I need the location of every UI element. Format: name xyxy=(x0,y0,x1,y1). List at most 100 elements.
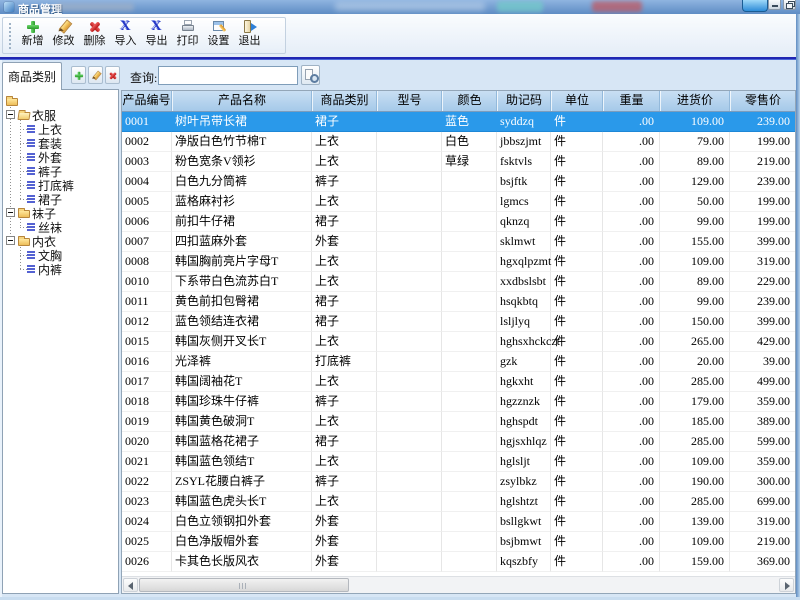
cell-mnemonic: hglshtzt xyxy=(497,492,551,512)
toolbar-button[interactable]: 打印 xyxy=(172,19,203,52)
cell-category: 裙子 xyxy=(312,292,377,312)
table-row[interactable]: 0010 下系带白色流苏白T 上衣 xxdbslsbt 件 .00 89.00 … xyxy=(122,272,795,292)
table-row[interactable]: 0011 黄色前扣包臀裙 裙子 hsqkbtq 件 .00 99.00 239.… xyxy=(122,292,795,312)
tree-item[interactable]: 内裤 xyxy=(3,262,118,276)
toolbar-button[interactable]: 导出 xyxy=(141,19,172,52)
column-header[interactable]: 型号 xyxy=(377,91,442,111)
category-action-button[interactable] xyxy=(105,66,120,84)
cell-retail-price: 399.00 xyxy=(730,232,796,252)
tree-item[interactable]: 丝袜 xyxy=(3,220,118,234)
table-row[interactable]: 0002 净版白色竹节棉T 上衣 白色 jbbszjmt 件 .00 79.00… xyxy=(122,132,795,152)
table-row[interactable]: 0001 树叶吊带长裙 裙子 蓝色 syddzq 件 .00 109.00 23… xyxy=(122,112,795,132)
cell-product-id: 0021 xyxy=(122,452,172,472)
collapse-icon[interactable] xyxy=(6,236,15,245)
cell-mnemonic: zsylbkz xyxy=(497,472,551,492)
cell-mnemonic: bsjftk xyxy=(497,172,551,192)
table-row[interactable]: 0022 ZSYL花腰白裤子 裤子 zsylbkz 件 .00 190.00 3… xyxy=(122,472,795,492)
collapse-icon[interactable] xyxy=(6,110,15,119)
cell-category: 裤子 xyxy=(312,172,377,192)
toolbar-button[interactable]: 删除 xyxy=(79,19,110,52)
cell-model xyxy=(377,292,442,312)
column-header[interactable]: 单位 xyxy=(551,91,603,111)
tree-item[interactable] xyxy=(3,94,118,108)
cell-retail-price: 359.00 xyxy=(730,452,796,472)
scroll-right-arrow[interactable] xyxy=(779,578,794,592)
toolbar-button[interactable]: 退出 xyxy=(234,19,265,52)
table-row[interactable]: 0008 韩国胸前亮片字母T 上衣 hgxqlpzmt 件 .00 109.00… xyxy=(122,252,795,272)
table-row[interactable]: 0021 韩国蓝色领结T 上衣 hglsljt 件 .00 109.00 359… xyxy=(122,452,795,472)
cell-unit: 件 xyxy=(551,292,603,312)
category-action-button[interactable] xyxy=(71,66,86,84)
toolbar-button-icon xyxy=(211,19,227,34)
column-header[interactable]: 商品类别 xyxy=(312,91,377,111)
horizontal-scrollbar[interactable] xyxy=(122,576,795,593)
table-row[interactable]: 0003 粉色宽条V领衫 上衣 草绿 fsktvls 件 .00 89.00 2… xyxy=(122,152,795,172)
toolbar-button-icon xyxy=(180,19,196,34)
table-row[interactable]: 0015 韩国灰侧开叉长T 上衣 hghsxhckczt 件 .00 265.0… xyxy=(122,332,795,352)
cell-category: 外套 xyxy=(312,552,377,572)
cell-retail-price: 219.00 xyxy=(730,152,796,172)
cell-model xyxy=(377,272,442,292)
column-header[interactable]: 重量 xyxy=(603,91,660,111)
cell-product-name: 韩国蓝色虎头长T xyxy=(172,492,312,512)
toolbar-button[interactable]: 修改 xyxy=(48,19,79,52)
scrollbar-thumb[interactable] xyxy=(139,578,349,592)
table-row[interactable]: 0004 白色九分筒裤 裤子 bsjftk 件 .00 129.00 239.0… xyxy=(122,172,795,192)
toolbar-button-label: 新增 xyxy=(22,34,44,48)
toolbar-button[interactable]: 导入 xyxy=(110,19,141,52)
scroll-left-arrow[interactable] xyxy=(123,578,138,592)
titlebar-glass-button[interactable] xyxy=(742,0,768,12)
table-row[interactable]: 0019 韩国黄色破洞T 上衣 hghspdt 件 .00 185.00 389… xyxy=(122,412,795,432)
cell-weight: .00 xyxy=(603,172,660,192)
title-bar: 商品管理 xyxy=(0,0,800,15)
cell-weight: .00 xyxy=(603,272,660,292)
table-row[interactable]: 0006 前扣牛仔裙 裙子 qknzq 件 .00 99.00 199.00 xyxy=(122,212,795,232)
cell-mnemonic: lsljlyq xyxy=(497,312,551,332)
table-row[interactable]: 0023 韩国蓝色虎头长T 上衣 hglshtzt 件 .00 285.00 6… xyxy=(122,492,795,512)
table-row[interactable]: 0012 蓝色领结连衣裙 裙子 lsljlyq 件 .00 150.00 399… xyxy=(122,312,795,332)
cell-product-id: 0023 xyxy=(122,492,172,512)
cell-unit: 件 xyxy=(551,472,603,492)
toolbar-grip[interactable] xyxy=(9,23,11,49)
table-row[interactable]: 0026 卡其色长版风衣 外套 kqszbfy 件 .00 159.00 369… xyxy=(122,552,795,572)
toolbar-button-icon xyxy=(25,19,41,34)
search-button[interactable] xyxy=(301,65,320,85)
window-control-button[interactable] xyxy=(768,0,781,10)
column-header[interactable]: 零售价 xyxy=(730,91,796,111)
table-row[interactable]: 0016 光泽裤 打底裤 gzk 件 .00 20.00 39.00 xyxy=(122,352,795,372)
toolbar-button[interactable]: 新增 xyxy=(17,19,48,52)
folder-icon xyxy=(18,210,30,218)
cell-unit: 件 xyxy=(551,532,603,552)
column-header[interactable]: 产品编号 xyxy=(122,91,172,111)
folder-icon xyxy=(17,112,30,120)
window-control-button[interactable] xyxy=(783,0,796,10)
tree-item[interactable]: 裙子 xyxy=(3,192,118,206)
column-header[interactable]: 颜色 xyxy=(442,91,497,111)
cell-mnemonic: gzk xyxy=(497,352,551,372)
search-label: 查询: xyxy=(130,69,157,86)
cell-retail-price: 39.00 xyxy=(730,352,796,372)
cell-product-id: 0006 xyxy=(122,212,172,232)
cell-category: 上衣 xyxy=(312,372,377,392)
cell-retail-price: 319.00 xyxy=(730,512,796,532)
collapse-icon[interactable] xyxy=(6,208,15,217)
table-row[interactable]: 0007 四扣蓝麻外套 外套 sklmwt 件 .00 155.00 399.0… xyxy=(122,232,795,252)
table-row[interactable]: 0024 白色立领钢扣外套 外套 bsllgkwt 件 .00 139.00 3… xyxy=(122,512,795,532)
cell-cost-price: 285.00 xyxy=(660,432,730,452)
table-row[interactable]: 0025 白色净版帽外套 外套 bsjbmwt 件 .00 109.00 219… xyxy=(122,532,795,552)
column-header[interactable]: 进货价 xyxy=(660,91,730,111)
table-header: 产品编号产品名称商品类别型号颜色助记码单位重量进货价零售价 xyxy=(122,91,795,112)
table-row[interactable]: 0020 韩国蓝格花裙子 裙子 hgjsxhlqz 件 .00 285.00 5… xyxy=(122,432,795,452)
cell-weight: .00 xyxy=(603,312,660,332)
category-tab[interactable]: 商品类别 xyxy=(2,62,62,90)
search-input[interactable] xyxy=(158,66,298,85)
cell-retail-price: 319.00 xyxy=(730,252,796,272)
table-row[interactable]: 0005 蓝格麻衬衫 上衣 lgmcs 件 .00 50.00 199.00 xyxy=(122,192,795,212)
column-header[interactable]: 产品名称 xyxy=(172,91,312,111)
table-row[interactable]: 0017 韩国阔袖花T 上衣 hgkxht 件 .00 285.00 499.0… xyxy=(122,372,795,392)
category-action-button[interactable] xyxy=(88,66,103,84)
toolbar-button[interactable]: 设置 xyxy=(203,19,234,52)
cell-weight: .00 xyxy=(603,472,660,492)
table-row[interactable]: 0018 韩国珍珠牛仔裤 裤子 hgzznzk 件 .00 179.00 359… xyxy=(122,392,795,412)
column-header[interactable]: 助记码 xyxy=(497,91,551,111)
